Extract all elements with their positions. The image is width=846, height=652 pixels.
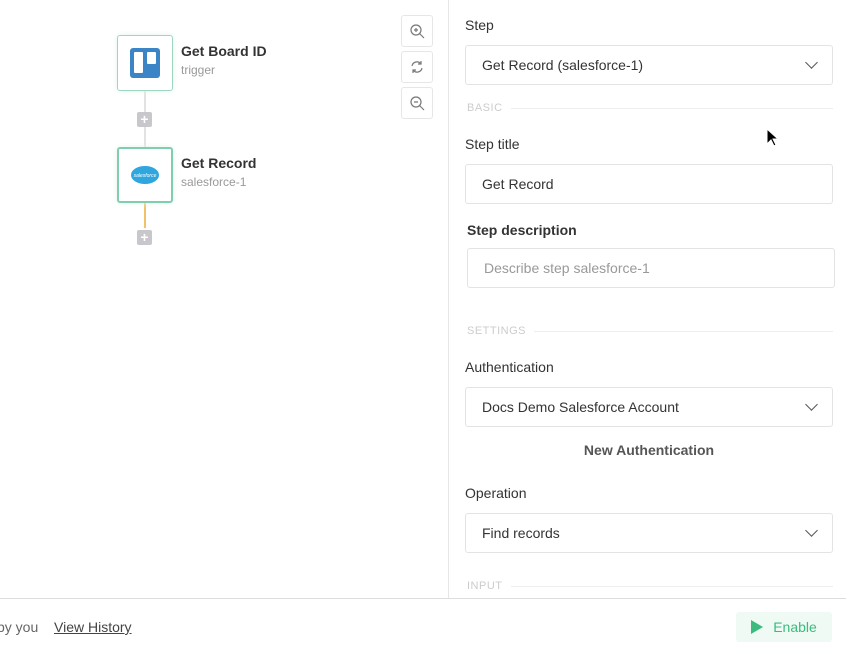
section-label: BASIC	[467, 102, 503, 114]
play-icon	[751, 620, 763, 634]
workflow-canvas: Get Board ID trigger + salesforce Get Re…	[0, 0, 449, 598]
chevron-down-icon	[805, 398, 818, 411]
salesforce-icon: salesforce	[130, 164, 160, 186]
node-subtitle: salesforce-1	[181, 175, 246, 189]
trello-icon	[130, 48, 160, 78]
authentication-label: Authentication	[465, 359, 554, 375]
node-get-record[interactable]: salesforce	[117, 147, 173, 203]
step-description-input[interactable]: Describe step salesforce-1	[467, 248, 835, 288]
chevron-down-icon	[805, 524, 818, 537]
zoom-in-button[interactable]	[401, 15, 433, 47]
zoom-out-button[interactable]	[401, 87, 433, 119]
operation-label: Operation	[465, 485, 526, 501]
refresh-icon	[409, 59, 425, 75]
connector	[144, 203, 146, 228]
zoom-out-icon	[409, 95, 425, 111]
chevron-down-icon	[805, 56, 818, 69]
reset-view-button[interactable]	[401, 51, 433, 83]
authentication-value: Docs Demo Salesforce Account	[482, 399, 679, 415]
operation-value: Find records	[482, 525, 560, 541]
section-input: INPUT	[467, 580, 833, 592]
enable-button[interactable]: Enable	[736, 612, 832, 642]
modified-by-text: by you	[0, 619, 38, 635]
svg-text:salesforce: salesforce	[134, 173, 157, 179]
step-description-label: Step description	[467, 222, 577, 238]
mouse-cursor	[766, 128, 780, 153]
section-basic: BASIC	[467, 102, 833, 114]
operation-select[interactable]: Find records	[465, 513, 833, 553]
enable-label: Enable	[773, 619, 817, 635]
section-label: INPUT	[467, 580, 503, 592]
node-title: Get Board ID	[181, 43, 267, 59]
step-select[interactable]: Get Record (salesforce-1)	[465, 45, 833, 85]
footer-bar: by you View History Enable	[0, 598, 846, 652]
section-settings: SETTINGS	[467, 325, 833, 337]
zoom-in-icon	[409, 23, 425, 39]
step-title-label: Step title	[465, 136, 519, 152]
node-title: Get Record	[181, 155, 256, 171]
node-subtitle: trigger	[181, 63, 215, 77]
authentication-select[interactable]: Docs Demo Salesforce Account	[465, 387, 833, 427]
new-authentication-button[interactable]: New Authentication	[465, 442, 833, 458]
step-value: Get Record (salesforce-1)	[482, 57, 643, 73]
step-title-input[interactable]: Get Record	[465, 164, 833, 204]
add-step-button[interactable]: +	[137, 112, 152, 127]
section-label: SETTINGS	[467, 325, 526, 337]
step-title-value: Get Record	[482, 176, 554, 192]
view-history-link[interactable]: View History	[54, 619, 132, 635]
add-step-button[interactable]: +	[137, 230, 152, 245]
step-description-placeholder: Describe step salesforce-1	[484, 260, 650, 276]
step-label: Step	[465, 17, 494, 33]
node-get-board-id[interactable]	[117, 35, 173, 91]
